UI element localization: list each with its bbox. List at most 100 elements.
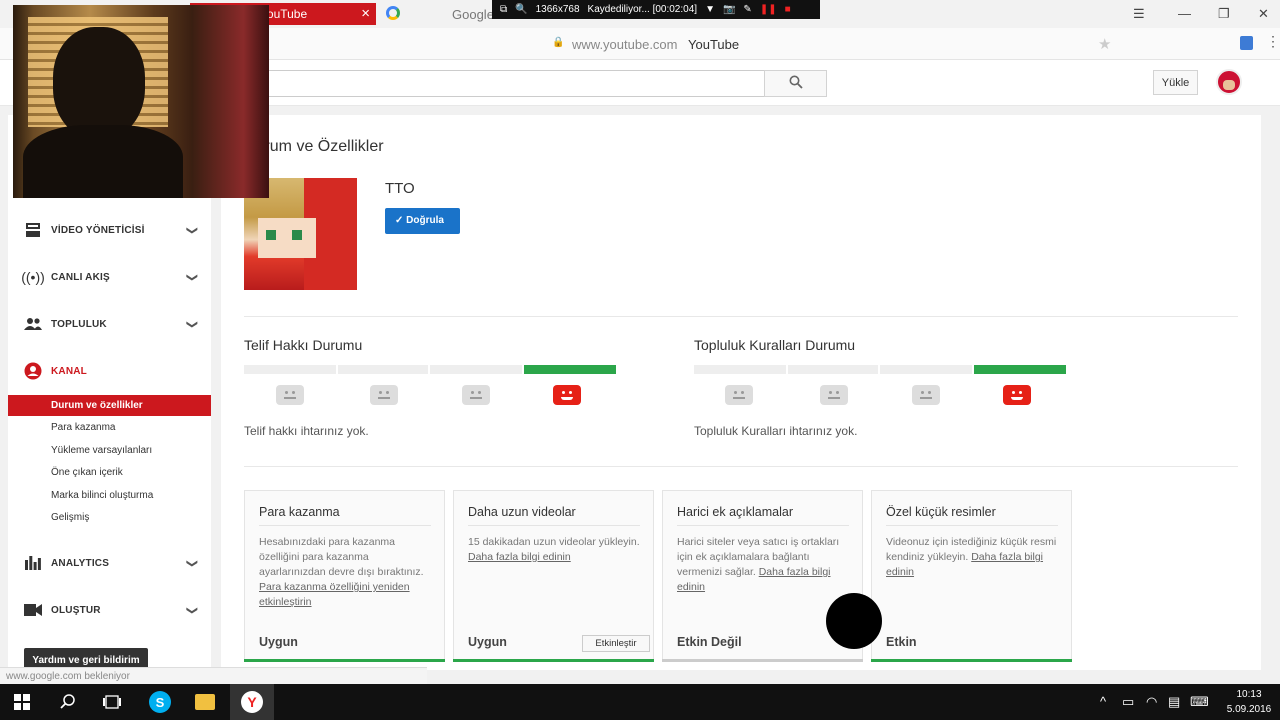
card-link[interactable]: Para kazanma özelliğini yeniden etkinleş… — [259, 581, 410, 608]
meh-face-icon — [370, 385, 398, 405]
stop-icon[interactable]: ■ — [785, 4, 791, 15]
card-desc: Hesabınızdaki para kazanma özelliğini pa… — [259, 536, 424, 608]
sidebar-item-channel[interactable]: KANAL — [8, 351, 211, 391]
sidebar-subitem-upload-defaults[interactable]: Yükleme varsayılanları — [8, 440, 211, 461]
card-status-bar — [244, 659, 445, 662]
neutral-face-icon — [912, 385, 940, 405]
video-camera-icon — [23, 600, 43, 620]
cursor-highlight — [826, 593, 882, 649]
webcam-overlay — [13, 5, 269, 198]
clock-time: 10:13 — [1236, 689, 1262, 700]
clock-date: 5.09.2016 — [1226, 704, 1272, 715]
chevron-down-icon[interactable]: ❯ — [186, 319, 199, 328]
card-status-bar — [453, 659, 654, 662]
menu-icon[interactable]: ☰ — [1133, 6, 1145, 22]
battery-icon[interactable]: ▭ — [1122, 694, 1134, 710]
lock-icon: 🔒 — [552, 37, 565, 48]
sidebar-subitem-featured[interactable]: Öne çıkan içerik — [8, 462, 211, 483]
check-icon: ✓ — [395, 215, 407, 226]
divider — [244, 316, 1238, 317]
close-tab-icon[interactable]: × — [361, 5, 370, 22]
search-icon[interactable] — [46, 684, 90, 720]
notification-icon[interactable]: ▤ — [1168, 694, 1180, 710]
card-title: Para kazanma — [259, 505, 340, 519]
sad-face-icon — [276, 385, 304, 405]
pen-icon[interactable]: ✎ — [743, 4, 751, 15]
sidebar-item-label: VİDEO YÖNETİCİSİ — [51, 224, 145, 236]
sidebar-subitem-status[interactable]: Durum ve özellikler — [8, 395, 211, 416]
sidebar-subitem-monetization[interactable]: Para kazanma — [8, 417, 211, 438]
yandex-browser-icon[interactable]: Y — [230, 684, 274, 720]
card-title: Daha uzun videolar — [468, 505, 576, 519]
tab-google[interactable]: Google — [452, 7, 494, 22]
card-desc: Harici siteler veya satıcı iş ortakları … — [677, 536, 840, 593]
avatar[interactable] — [1216, 69, 1242, 95]
minimize-icon[interactable]: — — [1178, 6, 1191, 21]
video-manager-icon — [23, 220, 43, 240]
sidebar-item-label: ANALYTICS — [51, 557, 110, 569]
community-meter-segment — [788, 365, 878, 374]
feature-card-custom-thumbnails: Özel küçük resimler Videonuz için istedi… — [871, 490, 1072, 662]
zoom-icon: 🔍 — [515, 4, 528, 15]
enable-button[interactable]: Etkinleştir — [582, 635, 650, 652]
wifi-icon[interactable]: ◠ — [1146, 694, 1157, 710]
sidebar-item-create[interactable]: OLUŞTUR ❯ — [8, 590, 211, 630]
feature-card-longer-videos: Daha uzun videolar 15 dakikadan uzun vid… — [453, 490, 654, 662]
sidebar-item-live[interactable]: ((•)) CANLI AKIŞ ❯ — [8, 257, 211, 297]
skype-icon[interactable]: S — [138, 684, 182, 720]
sidebar-item-label: OLUŞTUR — [51, 604, 101, 616]
card-status: Uygun — [468, 635, 507, 649]
sidebar-item-label: KANAL — [51, 365, 87, 377]
taskbar-clock[interactable]: 10:13 5.09.2016 — [1222, 687, 1276, 717]
neutral-face-icon — [462, 385, 490, 405]
chevron-down-icon[interactable]: ❯ — [186, 605, 199, 614]
community-meter-segment-active — [974, 365, 1066, 374]
community-meter-segment — [880, 365, 972, 374]
chevron-down-icon[interactable]: ❯ — [186, 558, 199, 567]
channel-name: TTO — [385, 180, 415, 197]
community-meter-segment — [694, 365, 786, 374]
copyright-status-desc: Telif hakkı ihtarınız yok. — [244, 424, 369, 438]
close-window-icon[interactable]: ✕ — [1258, 6, 1269, 22]
card-status: Etkin — [886, 635, 917, 649]
pause-icon[interactable]: ❚❚ — [760, 4, 777, 15]
copyright-status-title: Telif Hakkı Durumu — [244, 337, 363, 353]
community-icon — [23, 314, 43, 334]
more-icon[interactable]: ⋮ — [1266, 33, 1280, 50]
dropdown-icon[interactable]: ▼ — [705, 4, 715, 15]
card-status: Uygun — [259, 635, 298, 649]
search-input[interactable] — [262, 70, 765, 97]
browser-status-text: www.google.com bekleniyor — [0, 667, 427, 685]
happy-face-icon — [553, 385, 581, 405]
bookmark-star-icon[interactable]: ★ — [1098, 35, 1111, 53]
search-button[interactable] — [764, 70, 827, 97]
card-status-bar — [662, 659, 863, 662]
sidebar-item-community[interactable]: TOPLULUK ❯ — [8, 304, 211, 344]
chevron-down-icon[interactable]: ❯ — [186, 272, 199, 281]
keyboard-icon[interactable]: ⌨ — [1190, 694, 1209, 710]
verify-button[interactable]: ✓ Doğrula — [385, 208, 460, 234]
chevron-down-icon[interactable]: ❯ — [186, 225, 199, 234]
extension-icon[interactable] — [1240, 36, 1253, 50]
upload-button[interactable]: Yükle — [1153, 70, 1198, 95]
restore-icon[interactable]: ❐ — [1218, 6, 1230, 22]
task-view-icon[interactable] — [90, 684, 134, 720]
card-link[interactable]: Daha fazla bilgi edinin — [468, 551, 571, 563]
window-icon: ⧉ — [500, 4, 508, 15]
camera-icon[interactable]: 📷 — [723, 4, 735, 15]
sidebar-item-video-manager[interactable]: VİDEO YÖNETİCİSİ ❯ — [8, 210, 211, 250]
sidebar-item-label: CANLI AKIŞ — [51, 271, 110, 283]
sidebar-subitem-branding[interactable]: Marka bilinci oluşturma — [8, 485, 211, 506]
windows-start-icon[interactable] — [0, 684, 44, 720]
sidebar-item-label: TOPLULUK — [51, 318, 107, 330]
copyright-meter-segment — [338, 365, 428, 374]
url-page-title: YouTube — [688, 37, 740, 52]
url-text: www.youtube.com — [572, 37, 678, 52]
meh-face-icon — [820, 385, 848, 405]
card-status-bar — [871, 659, 1072, 662]
file-explorer-icon[interactable] — [183, 684, 227, 720]
card-status: Etkin Değil — [677, 635, 742, 649]
sidebar-item-analytics[interactable]: ANALYTICS ❯ — [8, 543, 211, 583]
sidebar-subitem-advanced[interactable]: Gelişmiş — [8, 507, 211, 528]
chevron-up-icon[interactable]: ^ — [1100, 694, 1106, 709]
